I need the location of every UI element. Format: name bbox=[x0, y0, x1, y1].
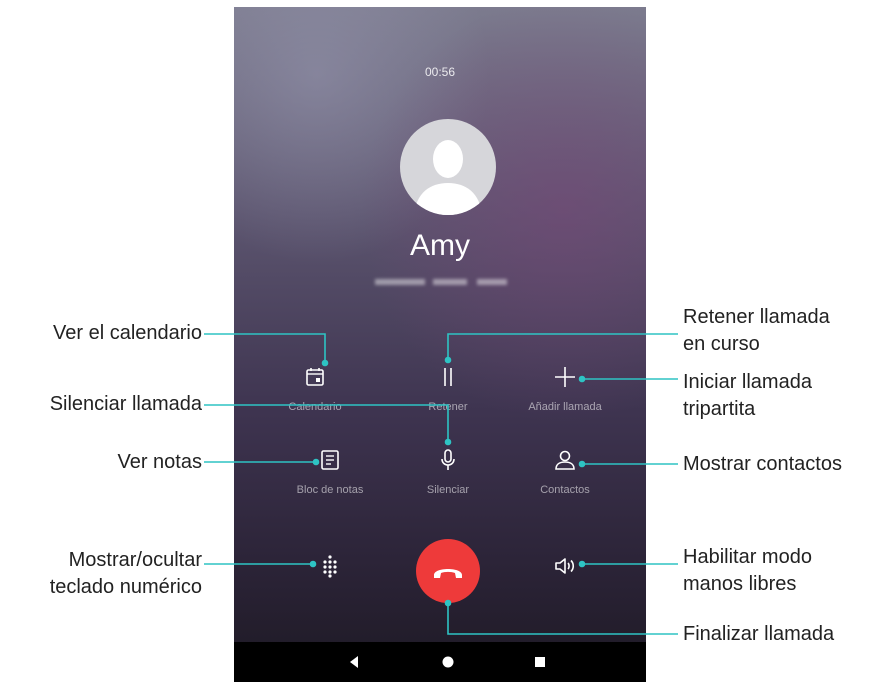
callout-speaker-line2: manos libres bbox=[683, 573, 797, 595]
callout-notes: Ver notas bbox=[117, 451, 202, 473]
callout-calendar: Ver el calendario bbox=[53, 322, 202, 344]
callout-hold-line2: en curso bbox=[683, 333, 760, 355]
callout-dialpad-line2: teclado numérico bbox=[49, 576, 202, 598]
callout-contacts: Mostrar contactos bbox=[683, 453, 842, 475]
callout-dialpad-line1: Mostrar/ocultar bbox=[68, 549, 202, 571]
callout-add-line2: tripartita bbox=[683, 398, 756, 420]
callout-hold-line1: Retener llamada bbox=[683, 306, 830, 328]
callout-add-line1: Iniciar llamada bbox=[683, 371, 812, 393]
callout-end: Finalizar llamada bbox=[683, 623, 835, 645]
callout-mute: Silenciar llamada bbox=[49, 393, 202, 415]
callout-speaker-line1: Habilitar modo bbox=[683, 546, 812, 568]
